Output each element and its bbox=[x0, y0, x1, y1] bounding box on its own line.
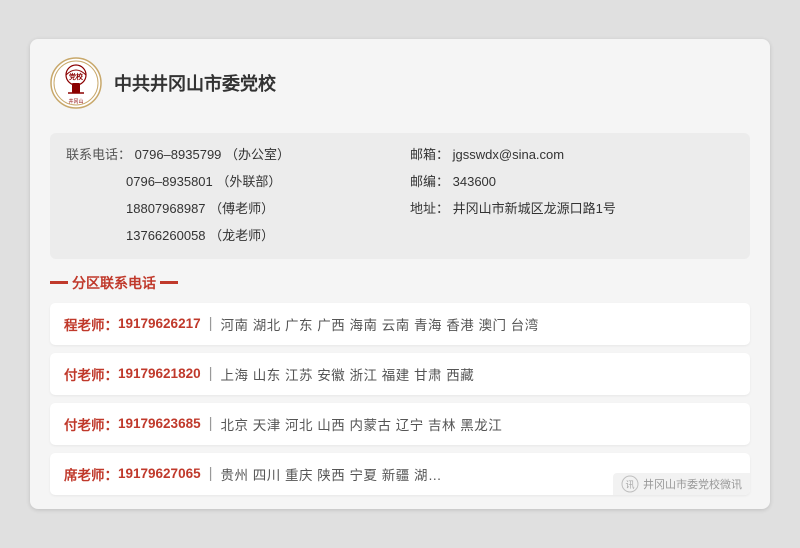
postcode-label: 邮编： bbox=[410, 174, 449, 189]
district-phone-1: 19179621820 bbox=[118, 366, 201, 381]
school-name: 中共井冈山市委党校 bbox=[114, 70, 276, 96]
svg-text:党校: 党校 bbox=[69, 72, 84, 81]
district-teacher-3: 席老师： bbox=[64, 464, 118, 484]
district-phone-2: 19179623685 bbox=[118, 416, 201, 431]
section-title: 分区联系电话 bbox=[72, 273, 156, 293]
district-teacher-0: 程老师： bbox=[64, 314, 118, 334]
district-teacher-2: 付老师： bbox=[64, 414, 118, 434]
phone-row-1: 联系电话： 0796–8935799 （办公室） bbox=[66, 145, 390, 166]
phone-note-1: （办公室） bbox=[225, 147, 290, 162]
district-sep-0: | bbox=[209, 315, 213, 332]
email-label: 邮箱： bbox=[410, 147, 449, 162]
contact-grid: 联系电话： 0796–8935799 （办公室） 0796–8935801 （外… bbox=[50, 133, 750, 258]
phone-row-2: 0796–8935801 （外联部） bbox=[66, 172, 390, 193]
watermark-text: 井冈山市委党校微讯 bbox=[643, 476, 742, 492]
main-card: 党校 井冈山 中共井冈山市委党校 联系电话： 0796–8935799 （办公室… bbox=[30, 39, 770, 508]
district-item-2: 付老师： 19179623685 | 北京 天津 河北 山西 内蒙古 辽宁 吉林… bbox=[50, 403, 750, 445]
section-header: 分区联系电话 bbox=[50, 273, 750, 293]
district-item-0: 程老师： 19179626217 | 河南 湖北 广东 广西 海南 云南 青海 … bbox=[50, 303, 750, 345]
svg-text:讯: 讯 bbox=[625, 480, 634, 490]
district-item-3: 席老师： 19179627065 | 贵州 四川 重庆 陕西 宁夏 新疆 湖… … bbox=[50, 453, 750, 495]
phone-row-3: 18807968987 （傅老师） bbox=[66, 199, 390, 220]
section-line-left bbox=[50, 281, 68, 284]
district-sep-3: | bbox=[209, 465, 213, 482]
email-row: 邮箱： jgsswdx@sina.com bbox=[410, 145, 734, 166]
district-list: 程老师： 19179626217 | 河南 湖北 广东 广西 海南 云南 青海 … bbox=[50, 303, 750, 495]
phone-note-4: （龙老师） bbox=[209, 228, 274, 243]
district-teacher-1: 付老师： bbox=[64, 364, 118, 384]
address-label: 地址： bbox=[410, 201, 449, 216]
district-regions-3: 贵州 四川 重庆 陕西 宁夏 新疆 湖… bbox=[221, 464, 443, 484]
address-value: 井冈山市新城区龙源口路1号 bbox=[453, 201, 616, 216]
address-row: 地址： 井冈山市新城区龙源口路1号 bbox=[410, 199, 734, 220]
email-value: jgsswdx@sina.com bbox=[453, 147, 564, 162]
watermark-icon: 讯 bbox=[621, 475, 639, 493]
postcode-value: 343600 bbox=[453, 174, 496, 189]
district-regions-0: 河南 湖北 广东 广西 海南 云南 青海 香港 澳门 台湾 bbox=[221, 314, 539, 334]
contact-right: 邮箱： jgsswdx@sina.com 邮编： 343600 地址： 井冈山市… bbox=[410, 145, 734, 246]
school-logo: 党校 井冈山 bbox=[50, 57, 102, 109]
section-line-right bbox=[160, 281, 178, 284]
district-regions-2: 北京 天津 河北 山西 内蒙古 辽宁 吉林 黑龙江 bbox=[221, 414, 503, 434]
district-sep-2: | bbox=[209, 415, 213, 432]
phone-number-2: 0796–8935801 bbox=[126, 174, 213, 189]
district-sep-1: | bbox=[209, 365, 213, 382]
phone-number-1: 0796–8935799 bbox=[135, 147, 222, 162]
svg-text:井冈山: 井冈山 bbox=[68, 98, 83, 105]
phone-note-3: （傅老师） bbox=[209, 201, 274, 216]
phone-note-2: （外联部） bbox=[216, 174, 281, 189]
district-item-1: 付老师： 19179621820 | 上海 山东 江苏 安徽 浙江 福建 甘肃 … bbox=[50, 353, 750, 395]
postcode-row: 邮编： 343600 bbox=[410, 172, 734, 193]
district-regions-1: 上海 山东 江苏 安徽 浙江 福建 甘肃 西藏 bbox=[221, 364, 475, 384]
contact-left: 联系电话： 0796–8935799 （办公室） 0796–8935801 （外… bbox=[66, 145, 390, 246]
header: 党校 井冈山 中共井冈山市委党校 bbox=[50, 57, 750, 119]
district-phone-3: 19179627065 bbox=[118, 466, 201, 481]
phone-label: 联系电话： bbox=[66, 147, 131, 162]
phone-number-4: 13766260058 bbox=[126, 228, 206, 243]
district-phone-0: 19179626217 bbox=[118, 316, 201, 331]
phone-row-4: 13766260058 （龙老师） bbox=[66, 226, 390, 247]
phone-number-3: 18807968987 bbox=[126, 201, 206, 216]
